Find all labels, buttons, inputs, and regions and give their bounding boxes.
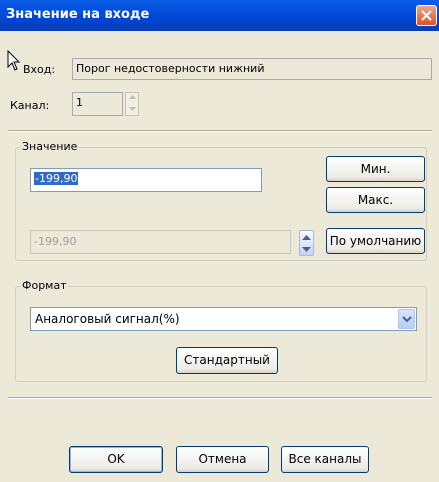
standard-button[interactable]: Стандартный <box>176 347 278 374</box>
spin-down-icon <box>302 247 311 252</box>
ok-button-label: OK <box>107 452 125 466</box>
format-dropdown-button[interactable] <box>398 309 415 329</box>
separator-top <box>8 130 432 132</box>
value-input[interactable]: -199,90 <box>30 168 262 192</box>
default-button-label: По умолчанию <box>329 234 422 248</box>
format-select-value: Аналоговый сигнал(%) <box>35 312 180 326</box>
cancel-button[interactable]: Отмена <box>176 446 269 473</box>
window-title: Значение на входе <box>6 7 150 22</box>
input-label: Вход: <box>23 63 56 76</box>
default-button[interactable]: По умолчанию <box>326 228 425 254</box>
all-channels-button-label: Все каналы <box>288 452 362 466</box>
dropdown-arrow-icon <box>402 316 412 323</box>
close-button[interactable] <box>416 5 437 26</box>
mouse-cursor-icon <box>7 50 21 71</box>
cancel-button-label: Отмена <box>198 452 247 466</box>
channel-field: 1 <box>72 92 123 116</box>
min-button-label: Мин. <box>360 162 391 176</box>
format-select[interactable]: Аналоговый сигнал(%) <box>30 307 417 331</box>
min-button[interactable]: Мин. <box>326 156 425 182</box>
input-source-field: Порог недостоверности нижний <box>72 58 432 80</box>
title-bar: Значение на входе <box>0 0 439 31</box>
all-channels-button[interactable]: Все каналы <box>281 446 369 473</box>
separator-bottom <box>8 397 432 399</box>
format-group-label: Формат <box>21 279 68 292</box>
standard-button-label: Стандартный <box>184 353 270 367</box>
value-input-text: -199,90 <box>34 172 79 185</box>
max-button[interactable]: Макс. <box>326 187 425 213</box>
max-button-label: Макс. <box>357 193 394 207</box>
ok-button[interactable]: OK <box>69 446 163 473</box>
channel-label: Канал: <box>10 99 50 112</box>
spin-up-icon <box>302 235 311 240</box>
value-group-label: Значение <box>21 140 79 153</box>
spin-up-icon <box>129 95 136 99</box>
default-value-field: -199,90 <box>30 230 291 254</box>
channel-spinner <box>125 92 139 116</box>
default-value-spinner[interactable] <box>299 230 314 256</box>
close-icon <box>421 10 432 21</box>
spin-down-icon <box>129 107 136 111</box>
